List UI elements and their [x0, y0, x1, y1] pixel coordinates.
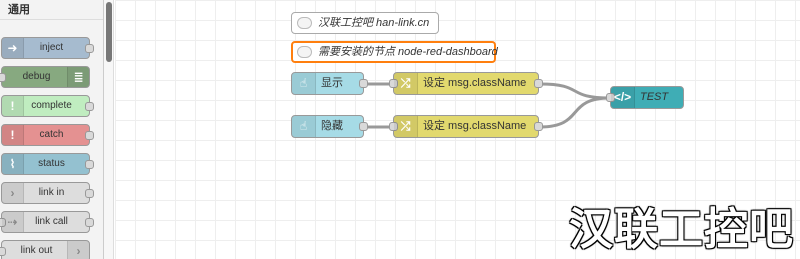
wire[interactable] [539, 82, 611, 100]
palette-node-label: debug [22, 71, 51, 82]
node-label: 设定 msg.className [423, 120, 527, 132]
palette-node-label: status [38, 158, 65, 169]
change-node-classname-1[interactable]: ⤮ 设定 msg.className [389, 72, 543, 95]
button-node-show[interactable]: ☝ 显示 [291, 72, 368, 95]
palette-node-label: inject [39, 42, 64, 53]
palette-node-status[interactable]: ⌇ status [1, 153, 94, 175]
node-label: 隐藏 [321, 120, 343, 132]
output-port [85, 44, 94, 53]
palette-node-debug[interactable]: debug ≣ [0, 66, 90, 88]
hand-pointer-icon: ☝ [292, 73, 316, 94]
comment-icon [297, 46, 312, 58]
arrow-right-icon: ➜ [2, 38, 24, 58]
output-port [85, 189, 94, 198]
hand-pointer-icon: ☝ [292, 116, 316, 137]
output-port[interactable] [359, 79, 368, 88]
link-icon: › [67, 241, 89, 259]
code-icon: </> [611, 87, 635, 108]
change-node-classname-2[interactable]: ⤮ 设定 msg.className [389, 115, 543, 138]
wire[interactable] [539, 96, 611, 129]
link-icon: › [2, 183, 24, 203]
palette-node-inject[interactable]: ➜ inject [1, 37, 94, 59]
output-port[interactable] [534, 79, 543, 88]
palette-node-label: catch [39, 129, 64, 140]
output-port [85, 160, 94, 169]
node-label: 设定 msg.className [423, 77, 527, 89]
comment-node-site[interactable]: 汉联工控吧 han-link.cn [291, 12, 439, 34]
palette-node-label: link out [20, 245, 53, 256]
node-palette: 通用 ➜ inject debug ≣ ! complete ! catch ⌇… [0, 0, 104, 259]
exclamation-icon: ! [2, 96, 24, 116]
palette-node-link-out[interactable]: link out › [0, 240, 90, 259]
comment-icon [297, 17, 312, 29]
output-port [85, 102, 94, 111]
palette-node-link-in[interactable]: › link in [1, 182, 94, 204]
shuffle-icon: ⤮ [394, 73, 418, 94]
comment-node-dependency[interactable]: 需要安装的节点 node-red-dashboard [291, 41, 498, 63]
list-icon: ≣ [67, 67, 89, 87]
input-port [0, 73, 6, 82]
node-label: TEST [640, 91, 669, 103]
output-port[interactable] [359, 122, 368, 131]
template-node-test[interactable]: </> TEST [606, 86, 684, 109]
comment-label: 汉联工控吧 han-link.cn [318, 17, 430, 29]
palette-node-label: link call [35, 216, 68, 227]
output-port [85, 131, 94, 140]
palette-node-label: link in [38, 187, 65, 198]
output-port[interactable] [534, 122, 543, 131]
comment-label: 需要安装的节点 node-red-dashboard [318, 46, 498, 58]
exclamation-icon: ! [2, 125, 24, 145]
input-port [0, 247, 6, 256]
palette-node-link-call[interactable]: ⇢ link call [0, 211, 94, 233]
watermark-text: 汉联工控吧 [569, 204, 794, 255]
pulse-icon: ⌇ [2, 154, 24, 174]
node-label: 显示 [321, 77, 343, 89]
link-call-icon: ⇢ [2, 212, 24, 232]
palette-scrollbar-thumb[interactable] [106, 2, 112, 62]
palette-node-label: complete [31, 100, 72, 111]
shuffle-icon: ⤮ [394, 116, 418, 137]
button-node-hide[interactable]: ☝ 隐藏 [291, 115, 368, 138]
palette-node-catch[interactable]: ! catch [1, 124, 94, 146]
palette-category-header[interactable]: 通用 [0, 0, 103, 20]
palette-node-complete[interactable]: ! complete [1, 95, 94, 117]
output-port [85, 218, 94, 227]
